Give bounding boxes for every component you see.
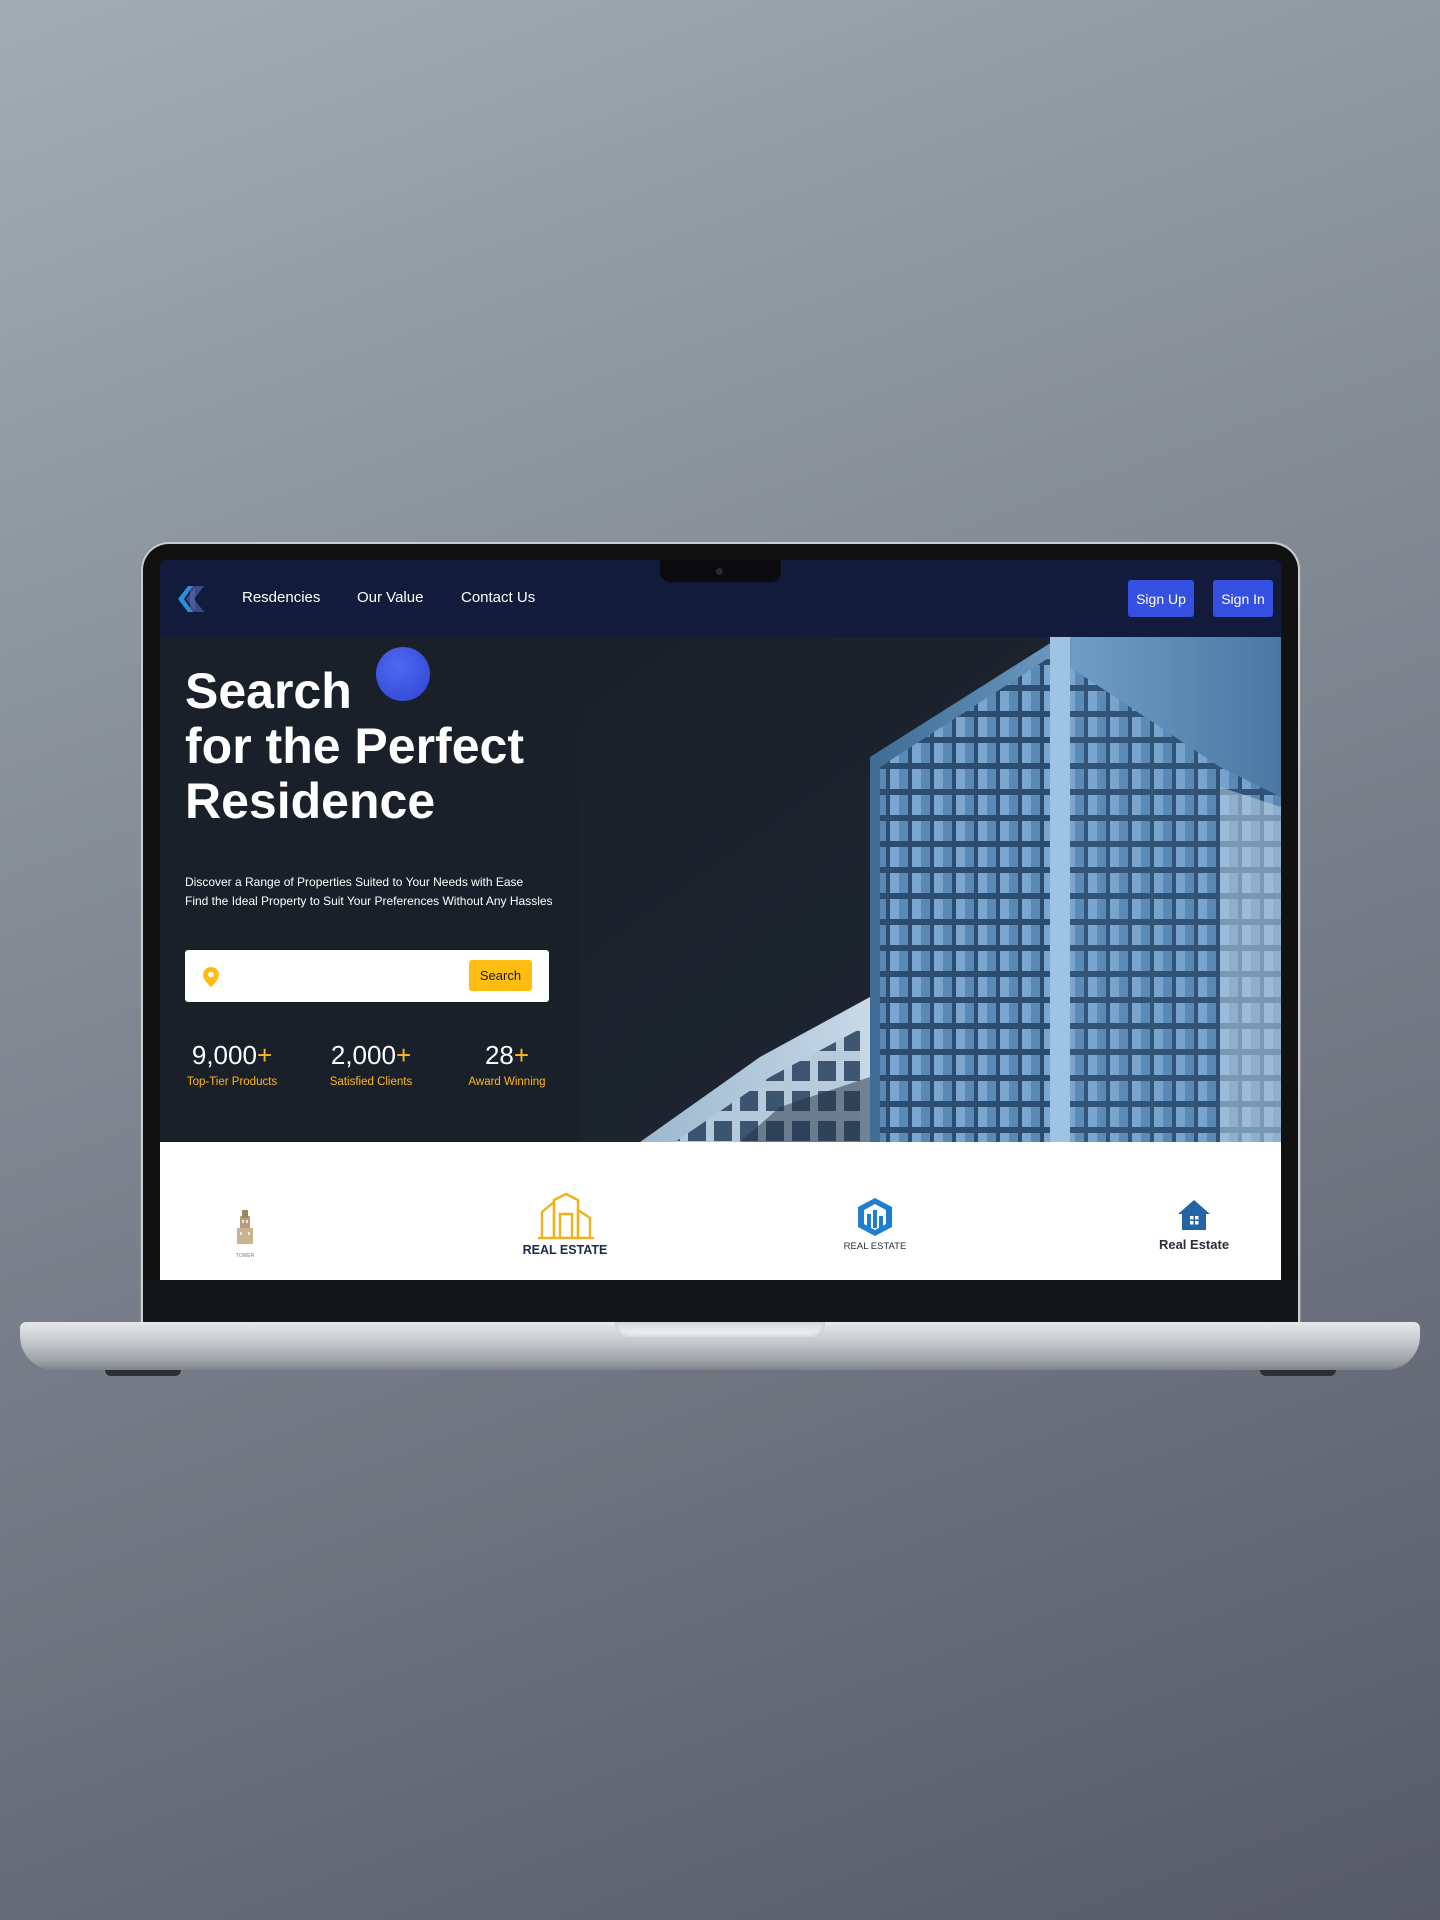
hero-subtext: Discover a Range of Properties Suited to…: [185, 873, 553, 911]
subtext-line-2: Find the Ideal Property to Suit Your Pre…: [185, 894, 553, 908]
stat-suffix: +: [513, 1040, 530, 1070]
hero-headline: Search for the Perfect Residence: [185, 664, 524, 829]
gold-buildings-icon: [538, 1192, 594, 1240]
building-image: [580, 637, 1281, 1142]
search-input[interactable]: [229, 962, 469, 990]
stat-value: 2,000: [330, 1040, 396, 1070]
laptop-foot-right: [1260, 1370, 1336, 1376]
brand-text: REAL ESTATE: [843, 1241, 907, 1252]
sign-up-button[interactable]: Sign Up: [1128, 580, 1194, 617]
laptop-foot-left: [105, 1370, 181, 1376]
real-estate-logo-blue: REAL ESTATE: [840, 1196, 910, 1252]
house-icon: [1178, 1200, 1210, 1230]
stat-label: Award Winning: [468, 1076, 546, 1088]
headline-line-2: for the Perfect: [185, 718, 524, 774]
tower-building-icon: [237, 1210, 253, 1244]
stat-top-tier-products: 9,000+ Top-Tier Products: [185, 1040, 279, 1088]
nav-link-our-value[interactable]: Our Value: [357, 589, 423, 606]
laptop-bezel: [143, 1280, 1298, 1324]
headline-line-1: Search: [185, 663, 352, 719]
nav-link-contact-us[interactable]: Contact Us: [461, 589, 535, 606]
laptop-screen: Resdencies Our Value Contact Us Sign Up …: [160, 560, 1281, 1280]
laptop-base: [20, 1322, 1420, 1370]
brand-text: TOWER: [235, 1253, 255, 1259]
stat-suffix: +: [256, 1040, 273, 1070]
tower-logo: TOWER: [230, 1208, 260, 1259]
brand-logo-icon[interactable]: [176, 582, 206, 616]
camera-notch: [660, 560, 781, 582]
subtext-line-1: Discover a Range of Properties Suited to…: [185, 875, 524, 889]
real-estate-logo-gold: REAL ESTATE: [520, 1192, 610, 1257]
search-button[interactable]: Search: [469, 960, 532, 991]
stat-value: 9,000: [191, 1040, 257, 1070]
stat-label: Top-Tier Products: [186, 1076, 278, 1088]
nav-link-residencies[interactable]: Resdencies: [242, 589, 320, 606]
brand-text: REAL ESTATE: [522, 1243, 608, 1257]
laptop-opening-groove: [615, 1322, 825, 1337]
real-estate-logo-house: Real Estate: [1154, 1198, 1234, 1252]
stat-value: 28: [484, 1040, 514, 1070]
hero-section: Search for the Perfect Residence Discove…: [160, 637, 1281, 1142]
location-pin-icon: [203, 967, 219, 987]
stat-satisfied-clients: 2,000+ Satisfied Clients: [325, 1040, 417, 1088]
stat-suffix: +: [395, 1040, 412, 1070]
location-search-box: Search: [185, 950, 549, 1002]
stat-award-winning: 28+ Award Winning: [465, 1040, 549, 1088]
brand-text: Real Estate: [1158, 1237, 1230, 1252]
sign-in-button[interactable]: Sign In: [1213, 580, 1273, 617]
stat-label: Satisfied Clients: [329, 1076, 413, 1088]
partner-logos-strip: TOWER REAL ESTATE REAL ESTATE Real Estat…: [160, 1142, 1281, 1280]
blue-hexagon-building-icon: [858, 1198, 892, 1236]
headline-line-3: Residence: [185, 773, 436, 829]
camera-icon: [716, 568, 723, 575]
